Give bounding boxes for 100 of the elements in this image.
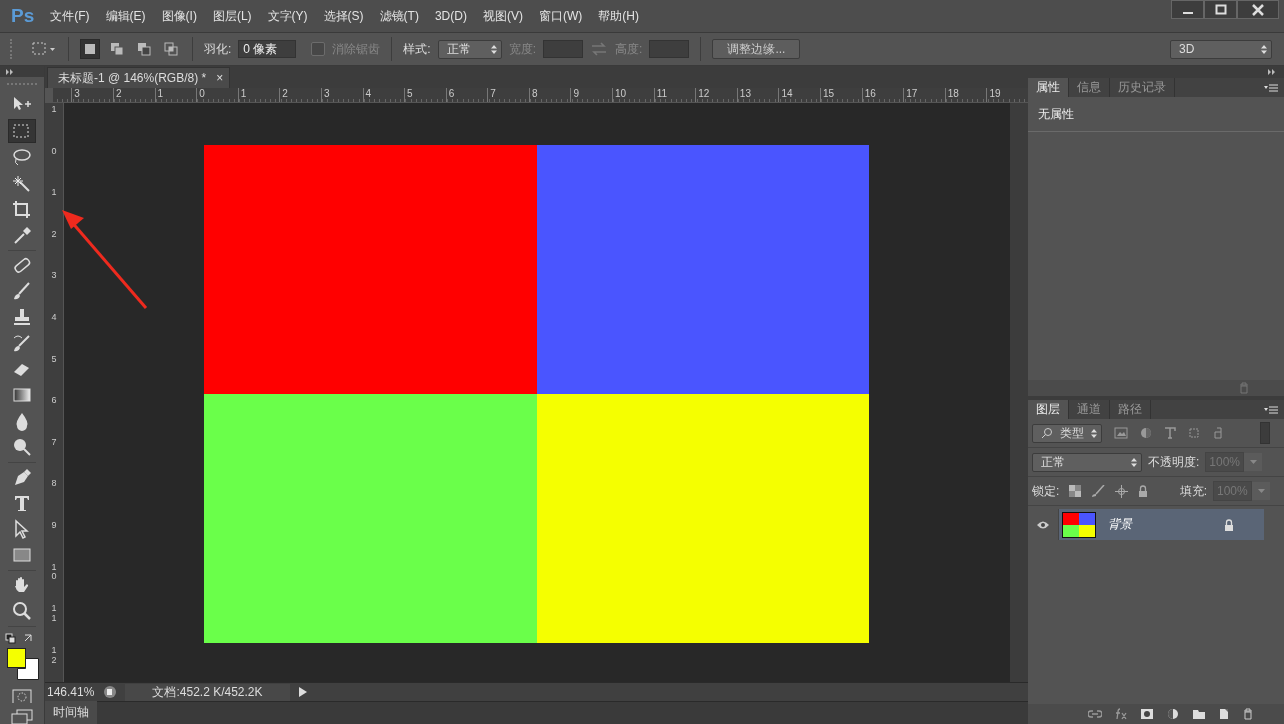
mask-icon[interactable] [1140, 708, 1154, 720]
menu-item[interactable]: 窗口(W) [538, 7, 583, 25]
collapse-icon[interactable] [1268, 69, 1276, 75]
feather-field[interactable]: 0 像素 [238, 40, 297, 58]
menu-item[interactable]: 滤镜(T) [379, 7, 419, 25]
panel-menu-icon[interactable] [1264, 404, 1278, 415]
panel-tab[interactable]: 路径 [1110, 400, 1151, 419]
layer-filter-select[interactable]: 类型 [1032, 423, 1102, 443]
layer-row[interactable]: 背景 [1059, 509, 1264, 540]
status-menu-icon[interactable] [103, 685, 117, 699]
cut-squares-icon [136, 41, 152, 57]
ruler-number: 3 [71, 88, 113, 102]
lock-icon[interactable] [1138, 485, 1149, 497]
up-down-arrows-icon [490, 44, 497, 54]
panel-tab[interactable]: 图层 [1028, 400, 1069, 419]
play-icon[interactable] [298, 687, 308, 697]
document-tab[interactable]: 未标题-1 @ 146%(RGB/8) * × [47, 67, 231, 88]
adjustment-filter-icon[interactable] [1140, 427, 1152, 439]
style-select[interactable]: 正常 [437, 39, 502, 59]
new-layer-icon[interactable] [1218, 708, 1230, 720]
layer-name: 背景 [1108, 516, 1132, 533]
menu-item[interactable]: 图像(I) [161, 7, 197, 25]
menu-item[interactable]: 图层(L) [212, 7, 252, 25]
up-down-arrows-icon [1261, 44, 1267, 54]
square-icon [82, 41, 98, 57]
history-brush-icon [11, 332, 33, 353]
default-colors-icon[interactable] [5, 633, 16, 644]
feather-label: 羽化: [204, 40, 232, 58]
refine-edge-button[interactable]: 调整边缘... [712, 39, 801, 59]
ruler-number: 3 [50, 271, 58, 283]
screen-mode-icon[interactable] [11, 709, 33, 724]
marquee-preset-icon[interactable] [31, 40, 57, 58]
menu-item[interactable]: 编辑(E) [105, 7, 146, 25]
ruler-number: 6 [445, 88, 488, 102]
minimize-icon [1182, 11, 1193, 14]
menu-item[interactable]: 文字(Y) [267, 7, 308, 25]
foreground-color-swatch[interactable] [7, 647, 26, 668]
trash-icon[interactable] [1242, 708, 1254, 720]
ruler-number: 11 [50, 604, 58, 625]
swap-colors-icon[interactable] [24, 634, 32, 642]
quick-mask-icon[interactable] [12, 688, 32, 704]
panel-tab[interactable]: 历史记录 [1110, 78, 1175, 97]
blend-mode-select[interactable]: 正常 [1032, 452, 1142, 472]
adjustment-icon[interactable] [1166, 708, 1180, 720]
ruler-number: 1 [154, 88, 197, 102]
menu-item[interactable]: 文件(F) [50, 7, 90, 25]
ruler-number: 4 [362, 88, 405, 102]
maximize-button[interactable] [1204, 0, 1237, 19]
width-field[interactable] [543, 40, 584, 58]
ruler-number: 1 [237, 88, 280, 102]
ruler-number: 12 [50, 645, 58, 667]
ruler-number: 12 [695, 88, 737, 102]
brush-icon [11, 280, 33, 301]
filter-toggle[interactable] [1260, 422, 1270, 444]
crop-icon [11, 198, 33, 219]
eye-icon[interactable] [1036, 519, 1050, 530]
up-down-arrows-icon [1131, 457, 1137, 467]
image-filter-icon[interactable] [1114, 427, 1128, 439]
ruler-number: 11 [653, 88, 696, 102]
panel-tab[interactable]: 信息 [1069, 78, 1110, 97]
expand-icon[interactable] [6, 68, 14, 75]
selection-mode-button[interactable] [161, 39, 181, 59]
close-button[interactable] [1237, 0, 1279, 19]
dodge-icon [11, 436, 33, 457]
folder-icon[interactable] [1192, 708, 1206, 720]
caret-icon [1257, 489, 1265, 493]
link-icon[interactable] [1088, 709, 1102, 719]
panel-tab[interactable]: 属性 [1028, 78, 1069, 97]
ruler-number: 10 [50, 562, 58, 584]
ruler-number: 5 [404, 88, 446, 102]
type-filter-icon[interactable] [1164, 427, 1176, 439]
app-logo: Ps [11, 5, 35, 27]
move-arrows-icon[interactable] [1115, 484, 1129, 498]
ruler-number: 8 [50, 479, 58, 491]
lock-label: 锁定: [1032, 482, 1060, 500]
menu-item[interactable]: 3D(D) [434, 9, 467, 23]
brush-icon[interactable] [1091, 485, 1106, 497]
panel-menu-icon[interactable] [1264, 82, 1278, 93]
ruler-number: 7 [487, 88, 529, 102]
ruler-number: 16 [861, 88, 904, 102]
height-field[interactable] [649, 40, 690, 58]
checkerboard-icon[interactable] [1069, 485, 1082, 497]
timeline-tab[interactable]: 时间轴 [45, 701, 97, 724]
zoom-level[interactable]: 146.41% [47, 685, 95, 699]
workspace-select[interactable]: 3D [1170, 39, 1272, 59]
panel-tab[interactable]: 通道 [1069, 400, 1110, 419]
ruler-number: 14 [778, 88, 821, 102]
ruler-number: 5 [50, 354, 58, 366]
search-icon [1041, 427, 1053, 439]
selection-mode-button[interactable] [80, 39, 100, 59]
menu-item[interactable]: 视图(V) [482, 7, 523, 25]
ruler-number: 0 [196, 88, 238, 102]
effects-icon[interactable] [1114, 708, 1128, 720]
style-label: 样式: [403, 40, 431, 58]
menu-item[interactable]: 选择(S) [323, 7, 364, 25]
tool-button[interactable] [8, 118, 36, 143]
caret-icon [1249, 460, 1257, 464]
menu-item[interactable]: 帮助(H) [598, 7, 639, 25]
ruler-number: 15 [820, 88, 862, 102]
minimize-button[interactable] [1171, 0, 1204, 19]
